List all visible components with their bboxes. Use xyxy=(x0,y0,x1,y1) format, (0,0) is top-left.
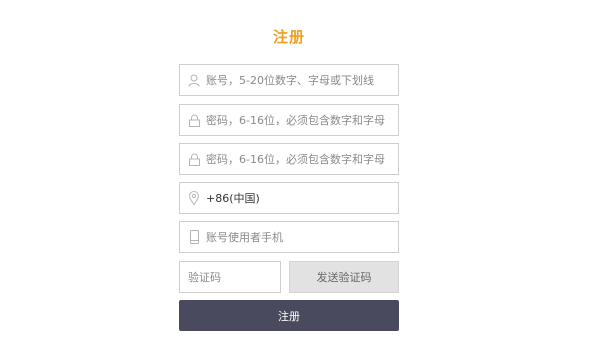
password-input[interactable] xyxy=(206,113,398,127)
confirm-password-input[interactable] xyxy=(206,152,398,166)
location-icon xyxy=(188,191,200,205)
lock-icon xyxy=(188,152,200,166)
confirm-password-field[interactable] xyxy=(179,143,399,175)
phone-icon xyxy=(188,230,200,244)
verification-code-input[interactable] xyxy=(180,270,280,284)
region-selector[interactable]: +86(中国) xyxy=(179,182,399,214)
send-code-button[interactable]: 发送验证码 xyxy=(289,261,399,293)
account-input[interactable] xyxy=(206,73,398,87)
page-title: 注册 xyxy=(272,28,305,46)
region-value: +86(中国) xyxy=(206,192,260,205)
register-button[interactable]: 注册 xyxy=(179,300,399,331)
password-field[interactable] xyxy=(179,104,399,136)
lock-icon xyxy=(188,113,200,127)
user-icon xyxy=(188,73,200,87)
account-field[interactable] xyxy=(179,64,399,96)
verification-code-field[interactable] xyxy=(179,261,281,293)
phone-field[interactable] xyxy=(179,221,399,253)
phone-input[interactable] xyxy=(206,230,398,244)
